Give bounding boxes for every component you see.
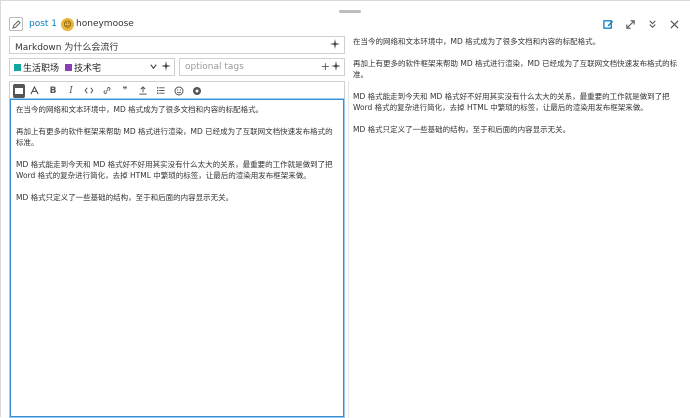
code-button[interactable] (80, 84, 98, 98)
preview-pane: 在当今的网络和文本环境中，MD 格式成为了很多文档和内容的标配格式。 再加上有更… (351, 36, 685, 418)
add-tag-icon[interactable]: + (321, 60, 330, 73)
sparkle-icon (161, 61, 171, 71)
sparkle-icon (331, 61, 341, 71)
italic-icon: I (69, 85, 73, 96)
category-color-swatch (65, 63, 73, 71)
username: honeymoose (76, 19, 134, 29)
toggle-markdown-button[interactable] (13, 83, 25, 98)
preview-paragraph: MD 格式能走到今天和 MD 格式好不好用其实没有什么太大的关系，最重要的工作就… (353, 92, 670, 112)
category-chip: 生活职场 (14, 61, 59, 74)
preview-paragraph: 在当今的网络和文本环境中，MD 格式成为了很多文档和内容的标配格式。 (353, 37, 601, 46)
italic-button[interactable]: I (62, 84, 80, 98)
ai-tags-button[interactable] (331, 61, 341, 74)
category-chooser[interactable]: 生活职场 技术宅 (9, 58, 175, 76)
title-value: Markdown 为什么会流行 (15, 43, 119, 53)
pencil-icon (11, 19, 21, 29)
ai-helper-button[interactable] (330, 39, 340, 52)
preview-divider (348, 81, 349, 418)
edit-square-icon (602, 19, 613, 29)
editor-paragraph: 在当今的网络和文本环境中，MD 格式成为了很多文档和内容的标配格式。 (16, 105, 264, 114)
tags-placeholder: optional tags (185, 62, 244, 72)
list-button[interactable] (152, 84, 170, 98)
font-size-button[interactable] (28, 84, 40, 98)
bold-button[interactable]: B (44, 84, 62, 98)
upload-icon (139, 86, 147, 95)
list-icon (156, 86, 165, 95)
link-button[interactable] (98, 84, 116, 98)
editor-paragraph: 再加上有更多的软件框架来帮助 MD 格式进行渲染，MD 已经成为了互联网文档快速… (16, 127, 333, 147)
preview-paragraph: MD 格式只定义了一些基础的结构，至于和后面的内容显示无关。 (353, 125, 571, 134)
category-label: 技术宅 (74, 63, 102, 74)
emoji-button[interactable] (170, 84, 188, 98)
upload-button[interactable] (134, 84, 152, 98)
composer: post 1 ☺ honeymoose Markdown 为什么会流行 生活职场 (0, 0, 690, 418)
close-button[interactable] (668, 18, 680, 30)
editor-toolbar: B I ❞ (10, 82, 344, 99)
gear-icon (193, 86, 201, 95)
close-icon (669, 19, 679, 29)
editor-textarea[interactable]: 在当今的网络和文本环境中，MD 格式成为了很多文档和内容的标配格式。 再加上有更… (9, 98, 345, 418)
quote-icon: ❞ (122, 85, 128, 96)
category-label: 生活职场 (23, 63, 60, 74)
font-icon (29, 86, 39, 95)
sparkle-icon (330, 39, 340, 49)
editor: B I ❞ 在当今的网络和文本环境中，MD 格式成为了很多文档和内容的标配格式。… (9, 81, 345, 418)
category-color-swatch (14, 63, 21, 71)
preview-paragraph: 再加上有更多的软件框架来帮助 MD 格式进行渲染，MD 已经成为了互联网文档快速… (353, 59, 678, 79)
code-icon (84, 87, 94, 94)
avatar: ☺ (61, 17, 75, 31)
editor-paragraph: MD 格式能走到今天和 MD 格式好不好用其实没有什么太大的关系，最重要的工作就… (16, 160, 333, 180)
tags-input[interactable]: optional tags + (179, 58, 345, 76)
title-input[interactable]: Markdown 为什么会流行 (9, 36, 345, 54)
reply-to-post-link[interactable]: post 1 (29, 19, 57, 29)
subcategory-chip: 技术宅 (65, 61, 101, 74)
emoji-icon (174, 86, 184, 95)
resize-grip[interactable] (339, 10, 361, 13)
reply-options-button[interactable] (9, 17, 23, 31)
link-icon (103, 87, 111, 94)
keyboard-icon (15, 87, 23, 94)
ai-category-button[interactable] (161, 61, 171, 74)
reply-header: post 1 ☺ honeymoose (9, 16, 134, 32)
double-chevron-down-icon (648, 19, 656, 28)
options-button[interactable] (188, 84, 206, 98)
edit-preview-button[interactable] (602, 18, 614, 30)
expand-icon (625, 19, 635, 29)
expand-button[interactable] (624, 18, 636, 30)
editor-paragraph: MD 格式只定义了一些基础的结构，至于和后面的内容显示无关。 (16, 193, 234, 202)
bold-icon: B (49, 85, 57, 96)
composer-window-controls (602, 18, 680, 30)
collapse-button[interactable] (646, 18, 658, 30)
quote-button[interactable]: ❞ (116, 84, 134, 98)
chevron-down-icon[interactable] (149, 62, 158, 74)
